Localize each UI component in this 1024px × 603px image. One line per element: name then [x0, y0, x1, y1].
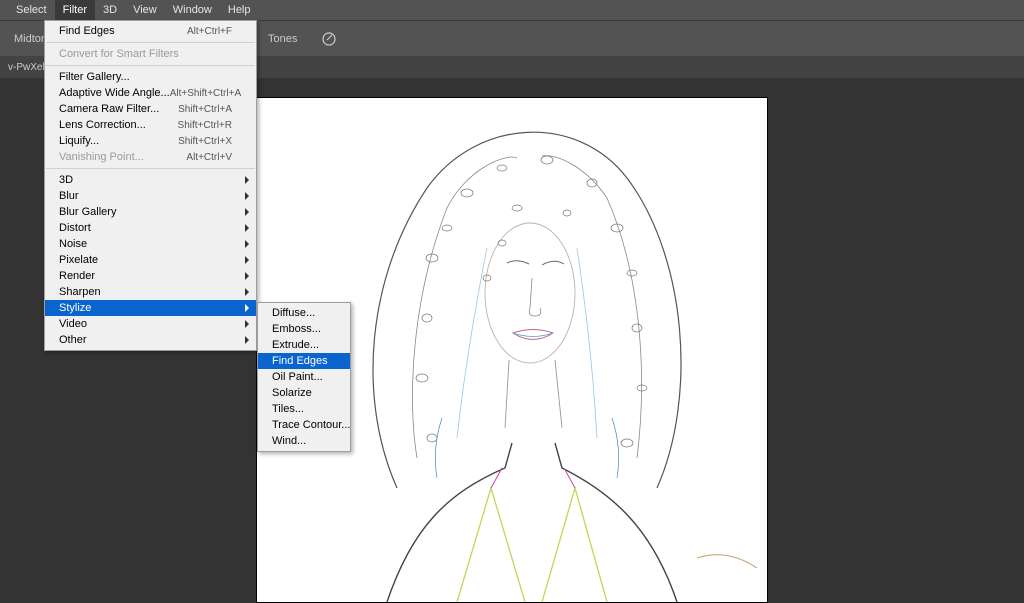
menu-label: Blur: [59, 190, 79, 202]
menu-label: Oil Paint...: [272, 371, 323, 383]
filter-recent[interactable]: Find Edges Alt+Ctrl+F: [45, 23, 256, 39]
menu-label: Stylize: [59, 302, 91, 314]
filter-liquify[interactable]: Liquify... Shift+Ctrl+X: [45, 133, 256, 149]
filter-video[interactable]: Video: [45, 316, 256, 332]
menu-label: Filter Gallery...: [59, 71, 130, 83]
stylize-wind[interactable]: Wind...: [258, 433, 350, 449]
menu-separator: [46, 65, 255, 66]
brush-icon[interactable]: [318, 28, 340, 50]
menubar: Select Filter 3D View Window Help: [0, 0, 1024, 20]
stylize-trace-contour[interactable]: Trace Contour...: [258, 417, 350, 433]
menu-label: Adaptive Wide Angle...: [59, 87, 170, 99]
filter-recent-label: Find Edges: [59, 25, 115, 37]
stylize-emboss[interactable]: Emboss...: [258, 321, 350, 337]
filter-noise[interactable]: Noise: [45, 236, 256, 252]
menu-label: Emboss...: [272, 323, 321, 335]
filter-gallery[interactable]: Filter Gallery...: [45, 69, 256, 85]
filter-convert-smart: Convert for Smart Filters: [45, 46, 256, 62]
menu-label: Extrude...: [272, 339, 319, 351]
menu-label: Vanishing Point...: [59, 151, 144, 163]
menu-3d[interactable]: 3D: [95, 0, 125, 20]
menu-label: Diffuse...: [272, 307, 315, 319]
menu-label: 3D: [59, 174, 73, 186]
menu-label: Find Edges: [272, 355, 328, 367]
menu-help[interactable]: Help: [220, 0, 259, 20]
filter-convert-smart-label: Convert for Smart Filters: [59, 48, 179, 60]
menu-shortcut: Alt+Ctrl+V: [186, 152, 232, 163]
menu-select[interactable]: Select: [8, 0, 55, 20]
filter-vanishing-point: Vanishing Point... Alt+Ctrl+V: [45, 149, 256, 165]
filter-camera-raw[interactable]: Camera Raw Filter... Shift+Ctrl+A: [45, 101, 256, 117]
menu-separator: [46, 42, 255, 43]
filter-render[interactable]: Render: [45, 268, 256, 284]
menu-label: Video: [59, 318, 87, 330]
stylize-submenu: Diffuse... Emboss... Extrude... Find Edg…: [257, 302, 351, 452]
stylize-tiles[interactable]: Tiles...: [258, 401, 350, 417]
menu-label: Noise: [59, 238, 87, 250]
filter-menu: Find Edges Alt+Ctrl+F Convert for Smart …: [44, 20, 257, 351]
menu-shortcut: Alt+Shift+Ctrl+A: [170, 88, 241, 99]
menu-label: Tiles...: [272, 403, 304, 415]
menu-label: Sharpen: [59, 286, 101, 298]
menu-shortcut: Shift+Ctrl+X: [178, 136, 232, 147]
menu-label: Pixelate: [59, 254, 98, 266]
filter-blur[interactable]: Blur: [45, 188, 256, 204]
filter-lens-correction[interactable]: Lens Correction... Shift+Ctrl+R: [45, 117, 256, 133]
menu-label: Render: [59, 270, 95, 282]
menu-shortcut: Shift+Ctrl+R: [178, 120, 232, 131]
menu-label: Wind...: [272, 435, 306, 447]
filter-pixelate[interactable]: Pixelate: [45, 252, 256, 268]
filter-other[interactable]: Other: [45, 332, 256, 348]
menu-label: Liquify...: [59, 135, 99, 147]
filter-distort[interactable]: Distort: [45, 220, 256, 236]
menu-view[interactable]: View: [125, 0, 165, 20]
menu-label: Distort: [59, 222, 91, 234]
stylize-oil-paint[interactable]: Oil Paint...: [258, 369, 350, 385]
menu-filter[interactable]: Filter: [55, 0, 95, 20]
menu-shortcut: Shift+Ctrl+A: [178, 104, 232, 115]
menu-separator: [46, 168, 255, 169]
filter-sharpen[interactable]: Sharpen: [45, 284, 256, 300]
stylize-solarize[interactable]: Solarize: [258, 385, 350, 401]
toolbar-tones-label: Tones: [262, 33, 303, 45]
stylize-diffuse[interactable]: Diffuse...: [258, 305, 350, 321]
menu-label: Camera Raw Filter...: [59, 103, 159, 115]
filter-blur-gallery[interactable]: Blur Gallery: [45, 204, 256, 220]
menu-label: Lens Correction...: [59, 119, 146, 131]
filter-adaptive-wide-angle[interactable]: Adaptive Wide Angle... Alt+Shift+Ctrl+A: [45, 85, 256, 101]
filter-stylize[interactable]: Stylize: [45, 300, 256, 316]
filter-recent-shortcut: Alt+Ctrl+F: [187, 26, 232, 37]
menu-label: Solarize: [272, 387, 312, 399]
stylize-extrude[interactable]: Extrude...: [258, 337, 350, 353]
stylize-find-edges[interactable]: Find Edges: [258, 353, 350, 369]
menu-window[interactable]: Window: [165, 0, 220, 20]
menu-label: Blur Gallery: [59, 206, 116, 218]
filter-3d[interactable]: 3D: [45, 172, 256, 188]
menu-label: Other: [59, 334, 87, 346]
menu-label: Trace Contour...: [272, 419, 350, 431]
